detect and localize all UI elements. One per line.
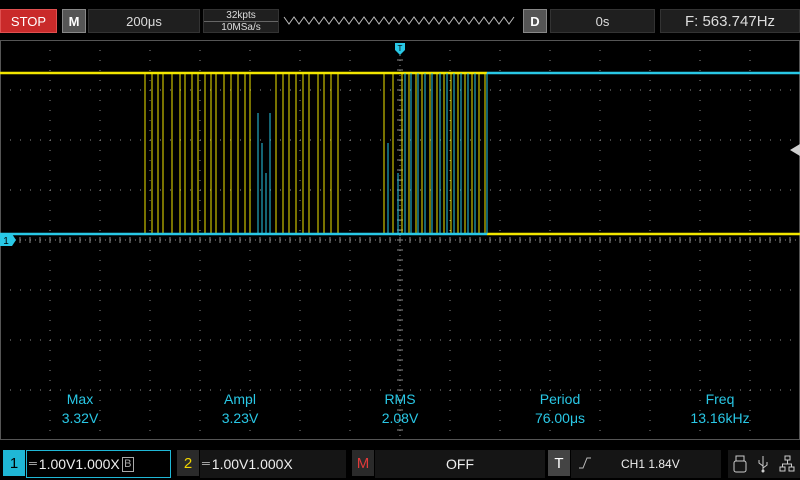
status-icons <box>728 450 800 478</box>
dc-coupling-icon: ═ <box>202 458 210 470</box>
math-settings[interactable]: OFF <box>375 450 545 478</box>
bandwidth-limit-icon: B <box>121 456 134 472</box>
ch2-scale: 1.00V <box>211 456 249 472</box>
measurement-value: 76.00μs <box>534 410 586 426</box>
math-badge[interactable]: M <box>352 450 374 476</box>
ch2-settings[interactable]: ═ 1.00V 1.000X <box>200 450 346 478</box>
ch1-offset-marker[interactable]: 1 <box>0 234 16 247</box>
ch1-settings[interactable]: ═ 1.00V 1.000X B <box>26 450 171 478</box>
math-state: OFF <box>446 456 474 472</box>
measurement-label: Freq <box>705 391 735 407</box>
measurement-value: 3.23V <box>221 410 259 426</box>
ch2-probe: 1.000X <box>248 456 293 472</box>
acquisition-info[interactable]: 32kpts 10MSa/s <box>203 9 279 33</box>
timebase-readout[interactable]: 200μs <box>88 9 200 33</box>
trigger-delay-readout[interactable]: 0s <box>550 9 655 33</box>
trigger-level-arrow-icon[interactable] <box>790 144 800 156</box>
top-status-bar: STOP M 200μs 32kpts 10MSa/s D 0s F: 563.… <box>0 0 800 40</box>
measurement-value: 13.16kHz <box>690 410 750 426</box>
sample-rate: 10MSa/s <box>204 20 278 33</box>
usb-icon <box>758 456 768 473</box>
dc-coupling-icon: ═ <box>29 458 37 470</box>
measurement-value: 2.08V <box>381 410 419 426</box>
memory-depth: 32kpts <box>226 9 256 21</box>
measurement-max[interactable]: Max 3.32V <box>10 390 150 428</box>
measurement-value: 3.32V <box>61 410 99 426</box>
measurement-label: RMS <box>384 391 416 407</box>
waveform-overview[interactable] <box>282 9 518 33</box>
measurement-rms[interactable]: RMS 2.08V <box>330 390 470 428</box>
trigger-settings[interactable]: CH1 1.84V <box>571 450 721 478</box>
overview-zigzag-icon <box>283 16 515 25</box>
waveform-display[interactable]: T 1 <box>0 40 800 440</box>
bottom-channel-bar: 1 ═ 1.00V 1.000X B 2 ═ 1.00V 1.000X M OF… <box>0 448 800 480</box>
ch1-badge[interactable]: 1 <box>3 450 25 476</box>
graticule <box>0 40 800 440</box>
ch1-probe: 1.000X <box>75 456 120 472</box>
trigger-badge[interactable]: T <box>548 450 570 476</box>
measurement-label: Period <box>539 391 581 407</box>
network-icon <box>779 455 795 472</box>
ch1-marker-label: 1 <box>3 236 9 247</box>
trigger-marker-label: T <box>398 44 403 53</box>
measurement-panel: Max 3.32V Ampl 3.23V RMS 2.08V Period 76… <box>0 390 800 430</box>
trigger-source-level: CH1 1.84V <box>621 457 680 471</box>
horizontal-mode-button[interactable]: M <box>62 9 86 33</box>
run-stop-button[interactable]: STOP <box>0 9 57 33</box>
rising-edge-icon <box>579 457 591 472</box>
ch1-scale: 1.00V <box>38 456 76 472</box>
trigger-position-marker[interactable]: T <box>395 43 405 55</box>
measurement-label: Max <box>66 391 94 407</box>
measurement-period[interactable]: Period 76.00μs <box>490 390 630 428</box>
frequency-counter: F: 563.747Hz <box>660 9 800 33</box>
ch2-badge[interactable]: 2 <box>177 450 199 476</box>
measurement-ampl[interactable]: Ampl 3.23V <box>170 390 310 428</box>
delay-button[interactable]: D <box>523 9 547 33</box>
usb-drive-icon <box>733 455 747 473</box>
measurement-label: Ampl <box>224 391 256 407</box>
measurement-freq[interactable]: Freq 13.16kHz <box>650 390 790 428</box>
